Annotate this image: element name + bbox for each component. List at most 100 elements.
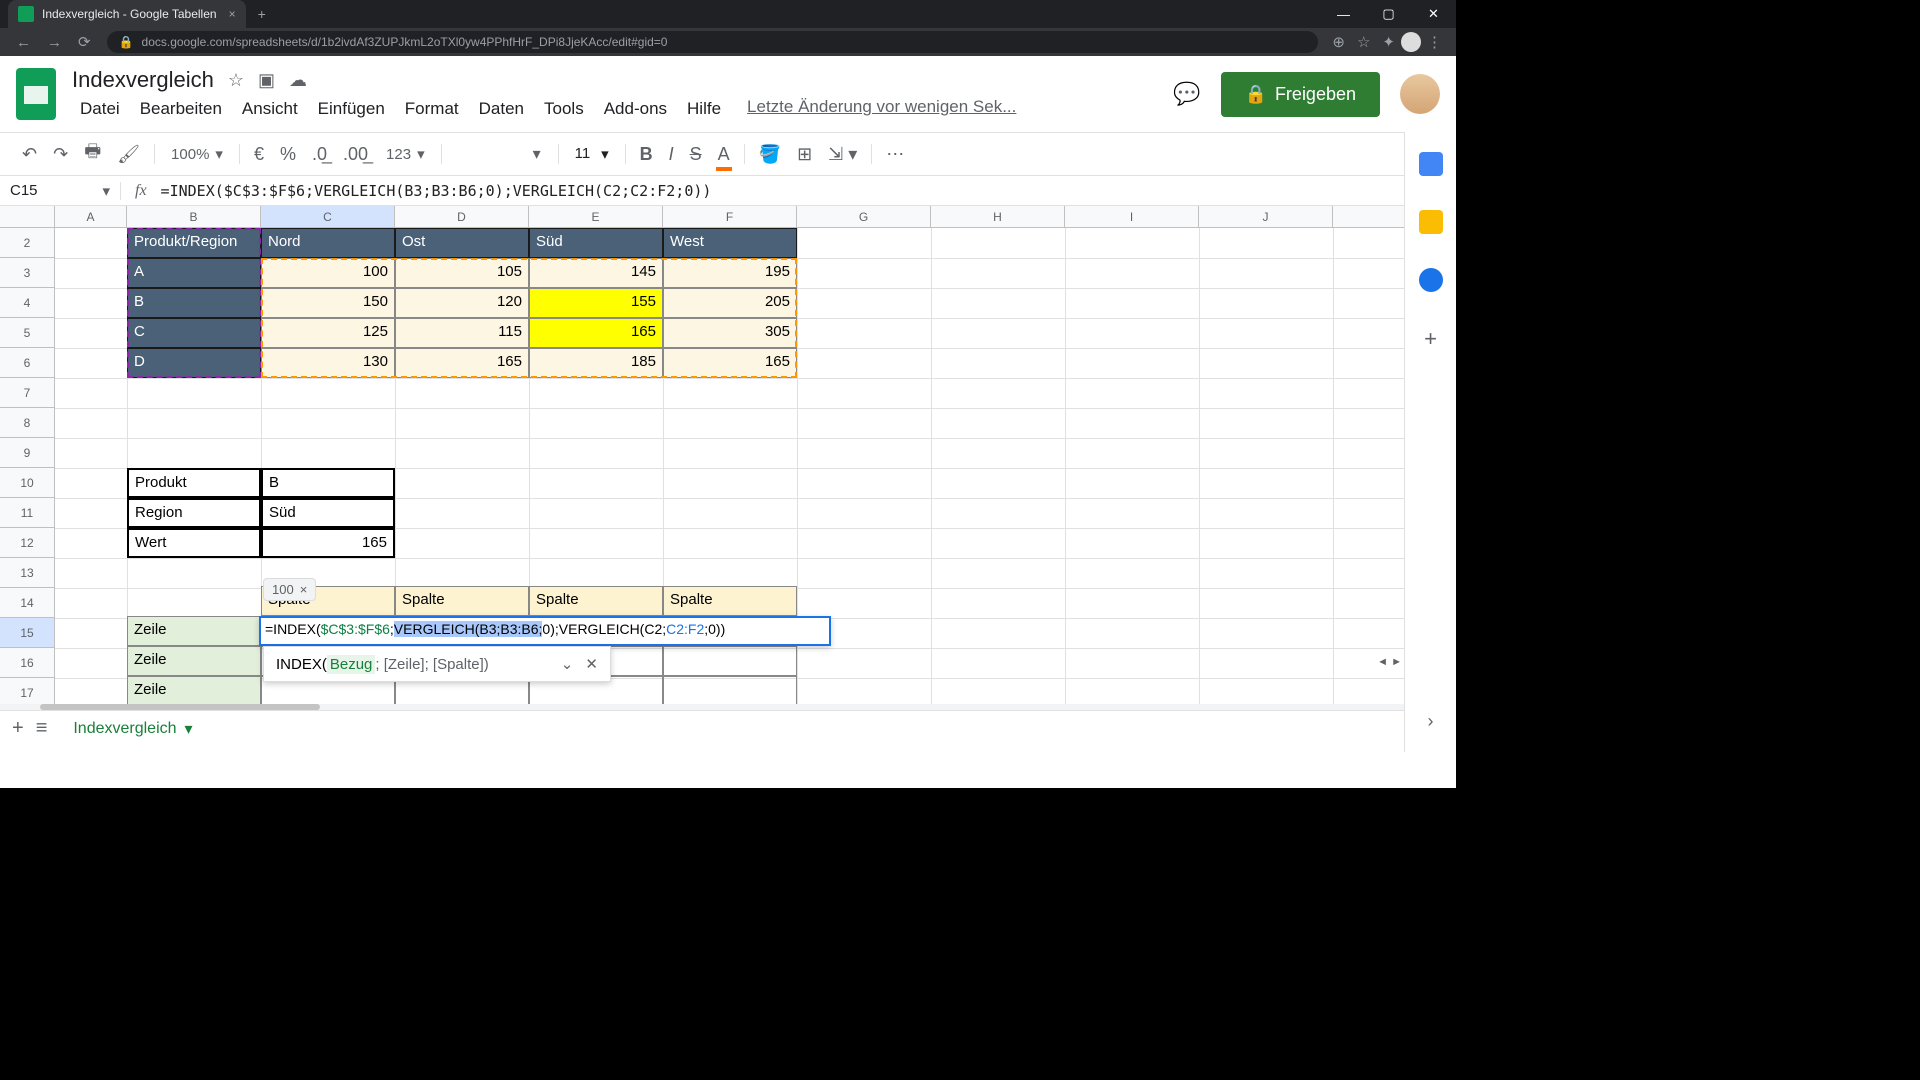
region-header[interactable]: Süd	[529, 228, 663, 258]
row-header[interactable]: 4	[0, 288, 54, 318]
menu-format[interactable]: Format	[397, 97, 467, 121]
close-preview-icon[interactable]: ×	[300, 582, 308, 597]
font-select[interactable]: ▾	[450, 141, 550, 167]
currency-button[interactable]: €	[248, 140, 270, 169]
col-header-g[interactable]: G	[797, 206, 931, 227]
lookup-value[interactable]: Süd	[261, 498, 395, 528]
cloud-status-icon[interactable]: ☁	[289, 70, 307, 91]
value-cell[interactable]: 115	[395, 318, 529, 348]
row-header[interactable]: 12	[0, 528, 54, 558]
text-color-button[interactable]: A	[712, 140, 736, 169]
select-all-corner[interactable]	[0, 206, 55, 227]
all-sheets-button[interactable]: ≡	[36, 717, 48, 740]
region-header[interactable]: West	[663, 228, 797, 258]
close-window-button[interactable]: ✕	[1411, 0, 1456, 28]
lookup-value[interactable]: B	[261, 468, 395, 498]
comments-icon[interactable]: 💬	[1173, 81, 1200, 107]
menu-addons[interactable]: Add-ons	[596, 97, 675, 121]
zoom-icon[interactable]: ⊕	[1332, 33, 1345, 51]
row-header[interactable]: 9	[0, 438, 54, 468]
product-cell[interactable]: B	[127, 288, 261, 318]
row-header[interactable]: 15	[0, 618, 54, 648]
tasks-icon[interactable]	[1419, 268, 1443, 292]
value-cell[interactable]: 195	[663, 258, 797, 288]
bold-button[interactable]: B	[634, 140, 659, 169]
horizontal-scrollbar[interactable]	[0, 704, 1456, 710]
zoom-select[interactable]: 100% ▾	[163, 143, 231, 165]
new-tab-button[interactable]: +	[258, 6, 266, 22]
close-tab-icon[interactable]: ×	[229, 7, 236, 21]
row-header[interactable]: 7	[0, 378, 54, 408]
calendar-icon[interactable]	[1419, 152, 1443, 176]
value-cell[interactable]: 150	[261, 288, 395, 318]
print-icon[interactable]: 🖶	[78, 135, 107, 173]
redo-icon[interactable]: ↷	[47, 140, 74, 169]
menu-daten[interactable]: Daten	[471, 97, 532, 121]
zeile-label[interactable]: Zeile	[127, 616, 261, 646]
profile-avatar-icon[interactable]	[1401, 32, 1421, 52]
browser-tab[interactable]: Indexvergleich - Google Tabellen ×	[8, 0, 246, 28]
col-header-d[interactable]: D	[395, 206, 529, 227]
row-header[interactable]: 5	[0, 318, 54, 348]
close-helper-icon[interactable]: ✕	[585, 655, 598, 673]
increase-decimal-button[interactable]: .00̲	[337, 140, 374, 169]
row-header[interactable]: 8	[0, 408, 54, 438]
formula-text[interactable]: =INDEX($C$3:$F$6;VERGLEICH(B3;B3:B6;0);V…	[161, 182, 712, 200]
value-cell[interactable]: 165	[663, 348, 797, 378]
col-header-h[interactable]: H	[931, 206, 1065, 227]
url-field[interactable]: 🔒 docs.google.com/spreadsheets/d/1b2ivdA…	[107, 31, 1319, 53]
value-cell[interactable]: 105	[395, 258, 529, 288]
decrease-decimal-button[interactable]: .0̲	[306, 140, 333, 169]
product-cell[interactable]: A	[127, 258, 261, 288]
spalte-header[interactable]: Spalte	[529, 586, 663, 616]
number-format-select[interactable]: 123 ▾	[378, 143, 433, 165]
move-icon[interactable]: ▣	[258, 70, 275, 91]
account-avatar[interactable]	[1400, 74, 1440, 114]
value-cell[interactable]: 120	[395, 288, 529, 318]
spalte-header[interactable]: Spalte	[395, 586, 529, 616]
row-header[interactable]: 11	[0, 498, 54, 528]
lookup-label[interactable]: Wert	[127, 528, 261, 558]
more-toolbar-icon[interactable]: ⋯	[880, 140, 910, 169]
expand-helper-icon[interactable]: ⌄	[561, 655, 574, 673]
last-edit-link[interactable]: Letzte Änderung vor wenigen Sek...	[747, 97, 1016, 121]
bookmark-icon[interactable]: ☆	[1357, 33, 1370, 51]
borders-button[interactable]: ⊞	[791, 140, 818, 169]
menu-einfuegen[interactable]: Einfügen	[310, 97, 393, 121]
region-header[interactable]: Nord	[261, 228, 395, 258]
add-addon-icon[interactable]: +	[1424, 326, 1437, 352]
row-header[interactable]: 16	[0, 648, 54, 678]
scrollbar-thumb[interactable]	[40, 704, 320, 710]
paint-format-icon[interactable]: 🖌	[111, 140, 146, 169]
share-button[interactable]: 🔒 Freigeben	[1221, 72, 1380, 117]
product-cell[interactable]: C	[127, 318, 261, 348]
add-sheet-button[interactable]: +	[12, 717, 24, 740]
lookup-label[interactable]: Region	[127, 498, 261, 528]
cell-editor[interactable]: =INDEX($C$3:$F$6;VERGLEICH(B3;B3:B6;0);V…	[259, 616, 831, 646]
menu-tools[interactable]: Tools	[536, 97, 592, 121]
undo-icon[interactable]: ↶	[16, 140, 43, 169]
merge-button[interactable]: ⇲ ▾	[822, 140, 863, 169]
value-cell[interactable]: 205	[663, 288, 797, 318]
row-header[interactable]: 14	[0, 588, 54, 618]
document-title[interactable]: Indexvergleich	[72, 67, 214, 93]
lookup-value[interactable]: 165	[261, 528, 395, 558]
spalte-header[interactable]: Spalte	[663, 586, 797, 616]
italic-button[interactable]: I	[663, 140, 680, 169]
chrome-menu-icon[interactable]: ⋮	[1427, 33, 1442, 51]
row-header[interactable]: 17	[0, 678, 54, 704]
col-header-b[interactable]: B	[127, 206, 261, 227]
value-cell[interactable]: 100	[261, 258, 395, 288]
col-header-j[interactable]: J	[1199, 206, 1333, 227]
value-cell[interactable]: 305	[663, 318, 797, 348]
col-header-i[interactable]: I	[1065, 206, 1199, 227]
col-header-f[interactable]: F	[663, 206, 797, 227]
value-cell[interactable]: 155	[529, 288, 663, 318]
extensions-icon[interactable]: ✦	[1382, 33, 1395, 51]
fill-color-button[interactable]: 🪣	[753, 140, 787, 169]
row-header[interactable]: 13	[0, 558, 54, 588]
col-header-e[interactable]: E	[529, 206, 663, 227]
value-cell[interactable]: 130	[261, 348, 395, 378]
hide-panel-icon[interactable]: ›	[1428, 711, 1434, 732]
horiz-scroll-arrows[interactable]: ◄ ►	[1377, 656, 1402, 668]
